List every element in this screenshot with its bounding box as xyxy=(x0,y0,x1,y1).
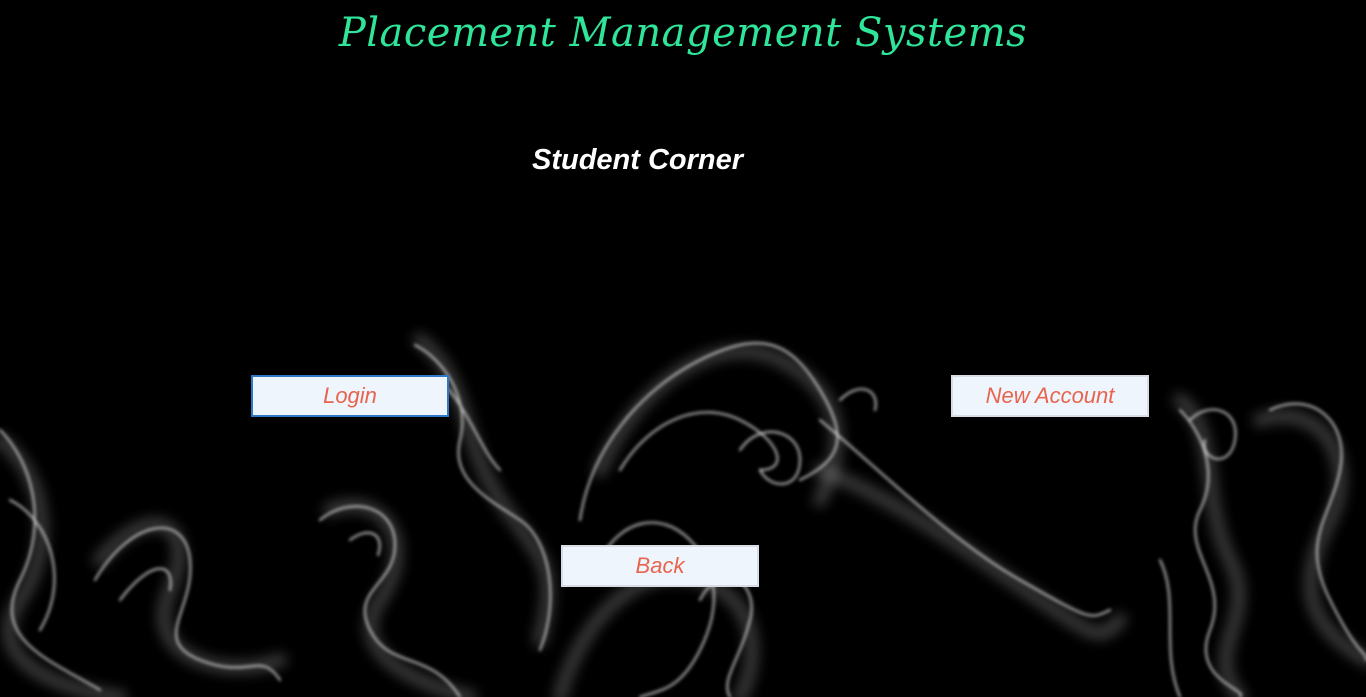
student-corner-window: Placement Management Systems Student Cor… xyxy=(0,0,1366,697)
section-title: Student Corner xyxy=(532,144,744,176)
smoke-background-image xyxy=(0,333,1366,697)
app-title: Placement Management Systems xyxy=(338,10,1028,56)
back-button[interactable]: Back xyxy=(561,545,759,587)
new-account-button[interactable]: New Account xyxy=(951,375,1149,417)
login-button[interactable]: Login xyxy=(251,375,449,417)
